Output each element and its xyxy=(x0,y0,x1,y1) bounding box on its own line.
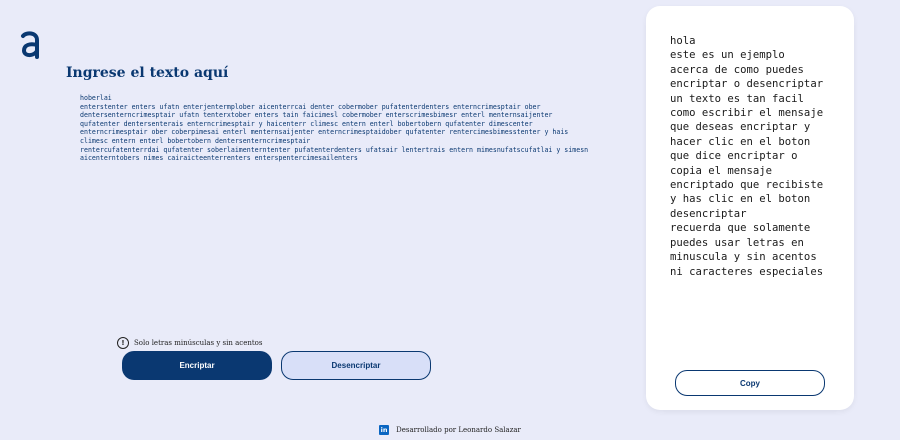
footer: in Desarrollado por Leonardo Salazar xyxy=(0,425,900,435)
alura-logo-icon xyxy=(21,31,39,59)
input-hint: ! Solo letras minúsculas y sin acentos xyxy=(117,337,262,349)
page-title: Ingrese el texto aquí xyxy=(66,65,229,81)
output-panel: hola este es un ejemplo acerca de como p… xyxy=(646,6,854,410)
info-icon: ! xyxy=(117,337,129,349)
encrypt-button[interactable]: Encriptar xyxy=(122,351,272,380)
hint-text: Solo letras minúsculas y sin acentos xyxy=(134,339,263,347)
text-input[interactable] xyxy=(80,94,592,324)
output-text: hola este es un ejemplo acerca de como p… xyxy=(670,35,824,278)
copy-button[interactable]: Copy xyxy=(675,370,825,396)
decrypt-button[interactable]: Desencriptar xyxy=(281,351,431,380)
linkedin-icon[interactable]: in xyxy=(379,425,390,435)
footer-credit: Desarrollado por Leonardo Salazar xyxy=(396,426,521,434)
